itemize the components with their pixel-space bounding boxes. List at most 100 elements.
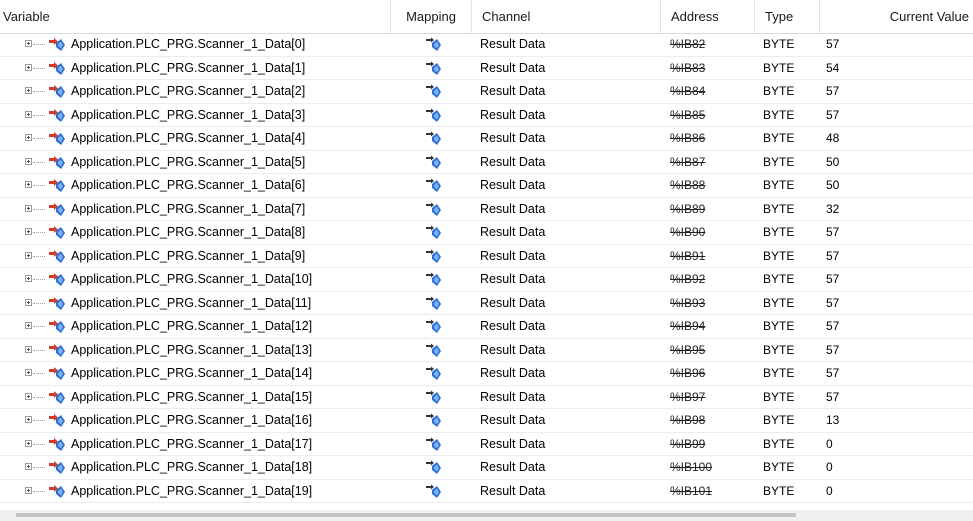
plus-expander-icon[interactable] — [25, 463, 32, 470]
address-cell: %IB90 — [670, 225, 706, 239]
table-row[interactable]: Application.PLC_PRG.Scanner_1_Data[9] Re… — [0, 245, 973, 268]
table-row[interactable]: Application.PLC_PRG.Scanner_1_Data[3] Re… — [0, 104, 973, 127]
address-cell: %IB100 — [670, 460, 713, 474]
table-row[interactable]: Application.PLC_PRG.Scanner_1_Data[15] R… — [0, 386, 973, 409]
table-row[interactable]: Application.PLC_PRG.Scanner_1_Data[14] R… — [0, 362, 973, 386]
type-cell: BYTE — [763, 342, 795, 357]
mapping-arrow-icon[interactable] — [424, 249, 442, 265]
plus-expander-icon[interactable] — [25, 275, 32, 282]
table-row[interactable]: Application.PLC_PRG.Scanner_1_Data[16] R… — [0, 409, 973, 433]
horizontal-scrollbar[interactable] — [0, 510, 973, 521]
tree-connector-line — [33, 443, 45, 445]
plus-expander-icon[interactable] — [25, 298, 32, 306]
variable-name: Application.PLC_PRG.Scanner_1_Data[18] — [71, 460, 313, 474]
variable-name: Application.PLC_PRG.Scanner_1_Data[9] — [71, 248, 306, 263]
address-cell: %IB82 — [670, 37, 706, 51]
plus-expander-icon[interactable] — [25, 345, 32, 353]
plus-expander-icon[interactable] — [25, 134, 32, 141]
channel-cell: Result Data — [480, 342, 546, 357]
plus-expander-icon[interactable] — [25, 251, 32, 259]
table-row[interactable]: Application.PLC_PRG.Scanner_1_Data[4] Re… — [0, 127, 973, 151]
table-row[interactable]: Application.PLC_PRG.Scanner_1_Data[7] Re… — [0, 198, 973, 221]
table-row[interactable]: Application.PLC_PRG.Scanner_1_Data[8] Re… — [0, 221, 973, 245]
mapping-arrow-icon[interactable] — [424, 460, 442, 476]
table-row[interactable]: Application.PLC_PRG.Scanner_1_Data[6] Re… — [0, 174, 973, 198]
mapping-arrow-icon[interactable] — [424, 484, 442, 500]
current-value-cell: 0 — [826, 460, 833, 474]
table-row[interactable]: Application.PLC_PRG.Scanner_1_Data[0] Re… — [0, 33, 973, 57]
plus-expander-icon[interactable] — [25, 322, 32, 329]
channel-cell: Result Data — [480, 248, 546, 263]
tree-connector-line — [33, 114, 45, 116]
address-cell: %IB96 — [670, 366, 706, 380]
type-cell: BYTE — [763, 84, 795, 98]
table-row[interactable]: Application.PLC_PRG.Scanner_1_Data[19] R… — [0, 480, 973, 503]
table-row[interactable]: Application.PLC_PRG.Scanner_1_Data[1] Re… — [0, 57, 973, 80]
current-value-cell: 13 — [826, 413, 840, 427]
column-header-address[interactable]: Address — [661, 0, 755, 33]
current-value-cell: 50 — [826, 154, 840, 169]
current-value-cell: 57 — [826, 107, 840, 122]
table-row[interactable]: Application.PLC_PRG.Scanner_1_Data[13] R… — [0, 339, 973, 362]
variable-input-icon — [49, 437, 65, 451]
mapping-arrow-icon[interactable] — [424, 272, 442, 288]
variable-name: Application.PLC_PRG.Scanner_1_Data[5] — [71, 154, 306, 169]
channel-cell: Result Data — [480, 436, 546, 451]
variable-input-icon — [49, 249, 65, 263]
plus-expander-icon[interactable] — [25, 416, 32, 423]
plus-expander-icon[interactable] — [25, 204, 32, 212]
type-cell: BYTE — [763, 272, 795, 286]
mapping-arrow-icon[interactable] — [424, 202, 442, 218]
mapping-arrow-icon[interactable] — [424, 37, 442, 53]
mapping-arrow-icon[interactable] — [424, 178, 442, 194]
mapping-arrow-icon[interactable] — [424, 84, 442, 100]
address-cell: %IB92 — [670, 272, 706, 286]
table-row[interactable]: Application.PLC_PRG.Scanner_1_Data[18] R… — [0, 456, 973, 480]
plus-expander-icon[interactable] — [25, 110, 32, 118]
channel-cell: Result Data — [480, 319, 546, 333]
plus-expander-icon[interactable] — [25, 157, 32, 165]
table-row[interactable]: Application.PLC_PRG.Scanner_1_Data[11] R… — [0, 292, 973, 315]
mapping-arrow-icon[interactable] — [424, 61, 442, 77]
mapping-arrow-icon[interactable] — [424, 296, 442, 312]
mapping-arrow-icon[interactable] — [424, 108, 442, 124]
plus-expander-icon[interactable] — [25, 392, 32, 400]
variable-input-icon — [49, 484, 65, 498]
type-cell: BYTE — [763, 178, 795, 192]
plus-expander-icon[interactable] — [25, 369, 32, 376]
variable-name: Application.PLC_PRG.Scanner_1_Data[0] — [71, 37, 306, 51]
plus-expander-icon[interactable] — [25, 181, 32, 188]
plus-expander-icon[interactable] — [25, 228, 32, 235]
mapping-arrow-icon[interactable] — [424, 390, 442, 406]
variable-input-icon — [49, 461, 65, 474]
current-value-cell: 57 — [826, 37, 840, 51]
table-row[interactable]: Application.PLC_PRG.Scanner_1_Data[12] R… — [0, 315, 973, 339]
column-header-mapping[interactable]: Mapping — [391, 0, 472, 33]
plus-expander-icon[interactable] — [25, 40, 32, 47]
plus-expander-icon[interactable] — [25, 63, 32, 71]
mapping-arrow-icon[interactable] — [424, 225, 442, 241]
table-row[interactable]: Application.PLC_PRG.Scanner_1_Data[2] Re… — [0, 80, 973, 104]
mapping-arrow-icon[interactable] — [424, 366, 442, 382]
mapping-arrow-icon[interactable] — [424, 437, 442, 453]
table-row[interactable]: Application.PLC_PRG.Scanner_1_Data[17] R… — [0, 433, 973, 456]
mapping-arrow-icon[interactable] — [424, 319, 442, 335]
column-header-current-value[interactable]: Current Value — [820, 0, 973, 33]
tree-connector-line — [33, 255, 45, 257]
table-row[interactable]: Application.PLC_PRG.Scanner_1_Data[5] Re… — [0, 151, 973, 174]
mapping-arrow-icon[interactable] — [424, 343, 442, 359]
mapping-arrow-icon[interactable] — [424, 413, 442, 429]
mapping-arrow-icon[interactable] — [424, 131, 442, 147]
tree-connector-line — [33, 138, 45, 139]
scrollbar-thumb[interactable] — [16, 513, 796, 517]
column-header-variable[interactable]: Variable — [0, 0, 391, 33]
plus-expander-icon[interactable] — [25, 486, 32, 494]
type-cell: BYTE — [763, 413, 795, 427]
column-header-channel[interactable]: Channel — [472, 0, 661, 33]
address-cell: %IB95 — [670, 342, 706, 357]
table-row[interactable]: Application.PLC_PRG.Scanner_1_Data[10] R… — [0, 268, 973, 292]
plus-expander-icon[interactable] — [25, 439, 32, 447]
mapping-arrow-icon[interactable] — [424, 155, 442, 171]
column-header-type[interactable]: Type — [755, 0, 820, 33]
plus-expander-icon[interactable] — [25, 87, 32, 94]
